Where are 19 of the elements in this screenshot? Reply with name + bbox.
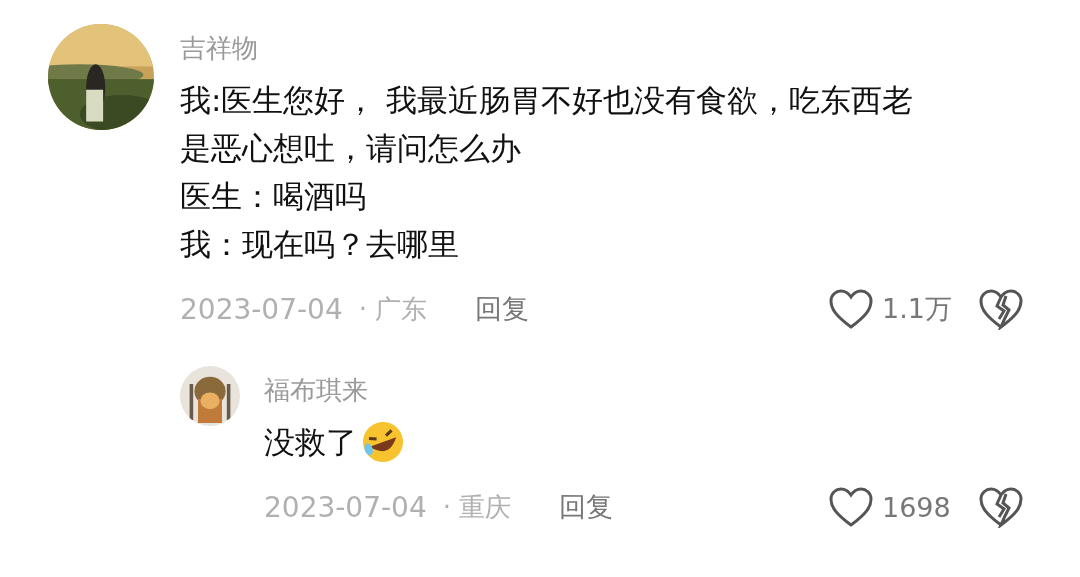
author-name: 吉祥物 (180, 32, 259, 65)
like-count: 1698 (882, 491, 951, 523)
comment-location: · 广东 (358, 292, 428, 326)
comment-location: · 重庆 (442, 490, 512, 524)
comment-text: 我：现在吗？去哪里 (180, 225, 459, 264)
comment-text: 没救了 (264, 418, 405, 466)
broken-heart-icon[interactable] (978, 288, 1024, 330)
comment-text: 医生：喝酒吗 (180, 177, 366, 216)
like-icon[interactable] (828, 486, 874, 528)
reply-link[interactable]: 回复 (559, 489, 614, 525)
like-count: 1.1万 (882, 292, 952, 326)
comment-text: 是恶心想吐，请问怎么办 (180, 129, 521, 168)
comment-date: 2023-07-04 (180, 292, 343, 326)
broken-heart-icon[interactable] (978, 486, 1024, 528)
comment-date: 2023-07-04 (264, 490, 427, 524)
like-icon[interactable] (828, 288, 874, 330)
reply-link[interactable]: 回复 (475, 291, 530, 327)
comment-text: 我:医生您好， 我最近肠胃不好也没有食欲，吃东西老 (180, 81, 914, 120)
author-name: 福布琪来 (264, 374, 369, 407)
